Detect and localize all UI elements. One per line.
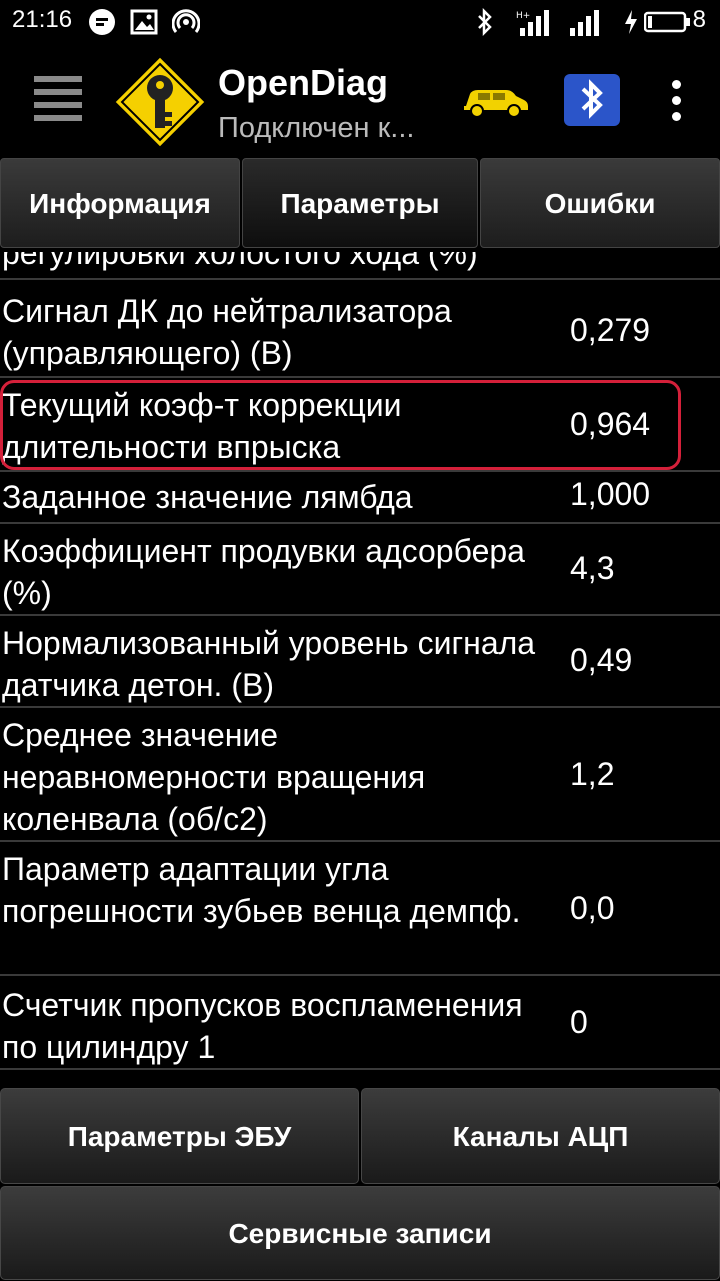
signal-strength-icon: H+ xyxy=(516,10,549,36)
network-type-label: H+ xyxy=(516,11,530,21)
app-bar: OpenDiag Подключен к... xyxy=(0,44,720,156)
hotspot-icon xyxy=(172,9,200,33)
highlight-frame xyxy=(0,380,681,470)
signal-strength-2-icon xyxy=(570,10,599,36)
list-item[interactable]: Нормализованный уровень сигнала датчика … xyxy=(0,616,720,708)
connection-status: Подключен к... xyxy=(218,112,415,144)
app-logo xyxy=(110,52,210,152)
tab-bar: Информация Параметры Ошибки xyxy=(0,156,720,252)
menu-icon[interactable] xyxy=(34,76,82,124)
param-label: регулировки холостого хода (%) xyxy=(2,252,478,271)
list-item[interactable]: Сигнал ДК до нейтрализатора (управляющег… xyxy=(0,282,720,378)
param-label: Счетчик пропусков воспламенения по цилин… xyxy=(2,987,523,1065)
param-label: Заданное значение лямбда xyxy=(2,479,413,515)
ecu-params-button[interactable]: Параметры ЭБУ xyxy=(0,1088,359,1184)
list-item[interactable]: Параметр адаптации угла погрешности зубь… xyxy=(0,842,720,976)
param-value: 0,0 xyxy=(570,890,615,926)
param-value: 0,279 xyxy=(570,312,651,348)
tab-information[interactable]: Информация xyxy=(0,158,240,248)
param-value: 1,000 xyxy=(570,476,651,512)
status-bar: 21:16 H+ 8 xyxy=(0,0,720,44)
battery-level: 8 xyxy=(692,6,706,33)
app-title: OpenDiag xyxy=(218,62,389,103)
param-label: Сигнал ДК до нейтрализатора (управляющег… xyxy=(2,293,452,371)
param-label: Нормализованный уровень сигнала датчика … xyxy=(2,625,536,703)
param-label: Среднее значение неравномерности вращени… xyxy=(2,717,426,837)
chat-notification-icon xyxy=(89,9,115,35)
parameter-list[interactable]: регулировки холостого хода (%) Сигнал ДК… xyxy=(0,252,720,1086)
list-item: регулировки холостого хода (%) xyxy=(0,252,720,280)
param-label: Параметр адаптации угла погрешности зубь… xyxy=(2,851,521,929)
tab-errors[interactable]: Ошибки xyxy=(480,158,720,248)
list-item[interactable]: Заданное значение лямбда 1,000 xyxy=(0,474,720,524)
param-value: 4,3 xyxy=(570,550,615,586)
param-value: 0,49 xyxy=(570,642,633,678)
list-item[interactable]: Коэффициент продувки адсорбера (%) 4,3 xyxy=(0,524,720,616)
car-icon[interactable] xyxy=(460,80,530,120)
param-value: 0 xyxy=(570,1004,588,1040)
charging-icon xyxy=(625,10,637,34)
bluetooth-elm-icon[interactable] xyxy=(564,74,620,126)
list-item[interactable]: Среднее значение неравномерности вращени… xyxy=(0,708,720,842)
service-records-button[interactable]: Сервисные записи xyxy=(0,1186,720,1280)
overflow-menu-icon[interactable] xyxy=(668,80,684,126)
status-time: 21:16 xyxy=(12,6,73,33)
param-value: 1,2 xyxy=(570,756,615,792)
param-label: Коэффициент продувки адсорбера (%) xyxy=(2,533,525,611)
tab-parameters[interactable]: Параметры xyxy=(242,158,478,248)
adc-channels-button[interactable]: Каналы АЦП xyxy=(361,1088,720,1184)
bluetooth-status-icon xyxy=(478,8,492,36)
battery-icon xyxy=(644,11,690,33)
image-notification-icon xyxy=(130,9,158,35)
list-item[interactable]: Счетчик пропусков воспламенения по цилин… xyxy=(0,976,720,1070)
